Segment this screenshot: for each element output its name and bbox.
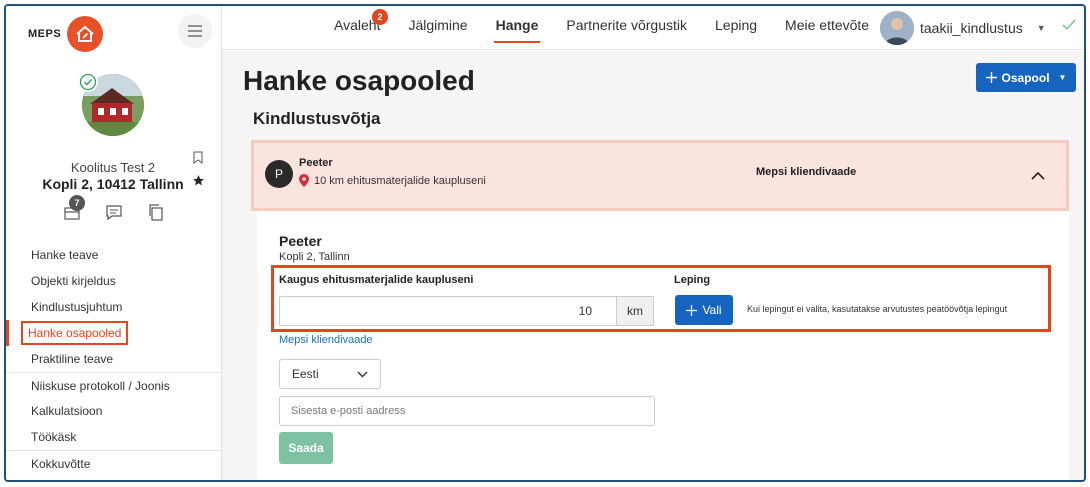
logo-text: MEPS (28, 28, 62, 40)
user-name: taakii_kindlustus (920, 20, 1023, 36)
distance-label: Kaugus ehitusmaterjalide kaupluseni (279, 274, 474, 286)
project-avatar (78, 72, 144, 136)
project-address: Kopli 2, 10412 Tallinn (42, 176, 184, 192)
add-party-button[interactable]: Osapool ▼ (976, 63, 1076, 92)
party-body-name: Peeter (279, 233, 322, 249)
email-input[interactable]: Sisesta e-posti aadress (279, 396, 655, 426)
sidebar-item-kokkuvotte[interactable]: Kokkuvõtte (6, 450, 221, 476)
documents-button[interactable]: 7 (62, 195, 85, 222)
sidebar-item-hanke-osapooled[interactable]: Hanke osapooled (6, 320, 221, 346)
chat-icon (106, 205, 122, 221)
contract-hint: Kui lepingut ei valita, kasutatakse arvu… (747, 304, 1008, 314)
user-menu[interactable]: taakii_kindlustus ▼ (880, 10, 1046, 46)
sidebar-nav: Hanke teave Objekti kirjeldus Kindlustus… (6, 242, 221, 476)
project-name: Koolitus Test 2 (70, 160, 156, 175)
caret-down-icon: ▼ (1058, 73, 1067, 82)
chevron-down-icon (357, 371, 368, 377)
house-logo-icon (67, 16, 104, 52)
send-button[interactable]: Saada (279, 432, 333, 464)
copy-icon (149, 204, 163, 221)
verified-check-icon (78, 72, 98, 92)
sidebar-item-praktiline-teave[interactable]: Praktiline teave (6, 346, 221, 372)
project-actions: 7 (62, 195, 166, 222)
sidebar-item-kindlustusjuhtum[interactable]: Kindlustusjuhtum (6, 294, 221, 320)
party-distance-text: 10 km ehitusmaterjalide kaupluseni (314, 174, 486, 187)
contract-label: Leping (674, 274, 711, 286)
party-view-label: Mepsi kliendivaade (756, 166, 857, 178)
sidebar-item-kalkulatsioon[interactable]: Kalkulatsioon (6, 398, 221, 424)
client-view-link[interactable]: Mepsi kliendivaade (279, 334, 373, 346)
party-card-body: Peeter Kopli 2, Tallinn Kaugus ehitusmat… (257, 211, 1069, 480)
plus-icon (686, 304, 698, 316)
app-window: MEPS Koolitus Test 2 Kopli 2, 10412 Tall… (4, 4, 1086, 482)
main-tabs: Avaleht 2 Jälgimine Hange Partnerite võr… (320, 6, 883, 50)
tab-avaleht[interactable]: Avaleht 2 (320, 6, 394, 50)
notification-badge: 2 (372, 9, 388, 25)
tab-meie-ettevote[interactable]: Meie ettevõte (771, 6, 883, 50)
distance-input[interactable]: 10 (279, 296, 617, 326)
language-select[interactable]: Eesti (279, 359, 381, 389)
page-title: Hanke osapooled (243, 65, 475, 96)
notification-count-badge: 7 (69, 195, 85, 211)
section-title: Kindlustusvõtja (253, 109, 381, 128)
choose-contract-button[interactable]: Vali (675, 295, 733, 325)
top-navigation: Avaleht 2 Jälgimine Hange Partnerite võr… (222, 6, 1084, 50)
hamburger-icon (188, 25, 202, 37)
sidebar-item-hanke-teave[interactable]: Hanke teave (6, 242, 221, 268)
party-card-header[interactable]: P Peeter 10 km ehitusmaterjalide kauplus… (251, 140, 1069, 211)
party-avatar: P (265, 160, 293, 188)
sidebar-item-niiskuse-protokoll[interactable]: Niiskuse protokoll / Joonis (6, 372, 221, 398)
party-body-address: Kopli 2, Tallinn (279, 251, 350, 263)
party-name: Peeter (299, 157, 333, 169)
tab-partnerite-vorgustik[interactable]: Partnerite võrgustik (552, 6, 701, 50)
party-distance: 10 km ehitusmaterjalide kaupluseni (299, 174, 486, 187)
language-selected: Eesti (292, 367, 319, 381)
location-pin-icon (299, 174, 309, 187)
logo[interactable]: MEPS (28, 16, 104, 52)
main-content: Hanke osapooled Osapool ▼ Kindlustusvõtj… (222, 51, 1084, 480)
chevron-up-icon[interactable] (1031, 167, 1045, 185)
user-avatar (880, 11, 914, 45)
tab-hange[interactable]: Hange (482, 6, 553, 50)
plus-icon (985, 72, 997, 83)
sidebar-item-tookask[interactable]: Töökäsk (6, 424, 221, 450)
caret-down-icon: ▼ (1036, 23, 1046, 33)
sidebar: MEPS Koolitus Test 2 Kopli 2, 10412 Tall… (6, 6, 222, 480)
tab-jalgimine[interactable]: Jälgimine (394, 6, 481, 50)
sidebar-item-objekti-kirjeldus[interactable]: Objekti kirjeldus (6, 268, 221, 294)
menu-toggle-button[interactable] (178, 14, 212, 48)
check-icon (1062, 18, 1076, 36)
messages-button[interactable] (104, 202, 124, 222)
copy-button[interactable] (146, 202, 166, 222)
tab-leping[interactable]: Leping (701, 6, 771, 50)
distance-unit: km (616, 296, 654, 326)
